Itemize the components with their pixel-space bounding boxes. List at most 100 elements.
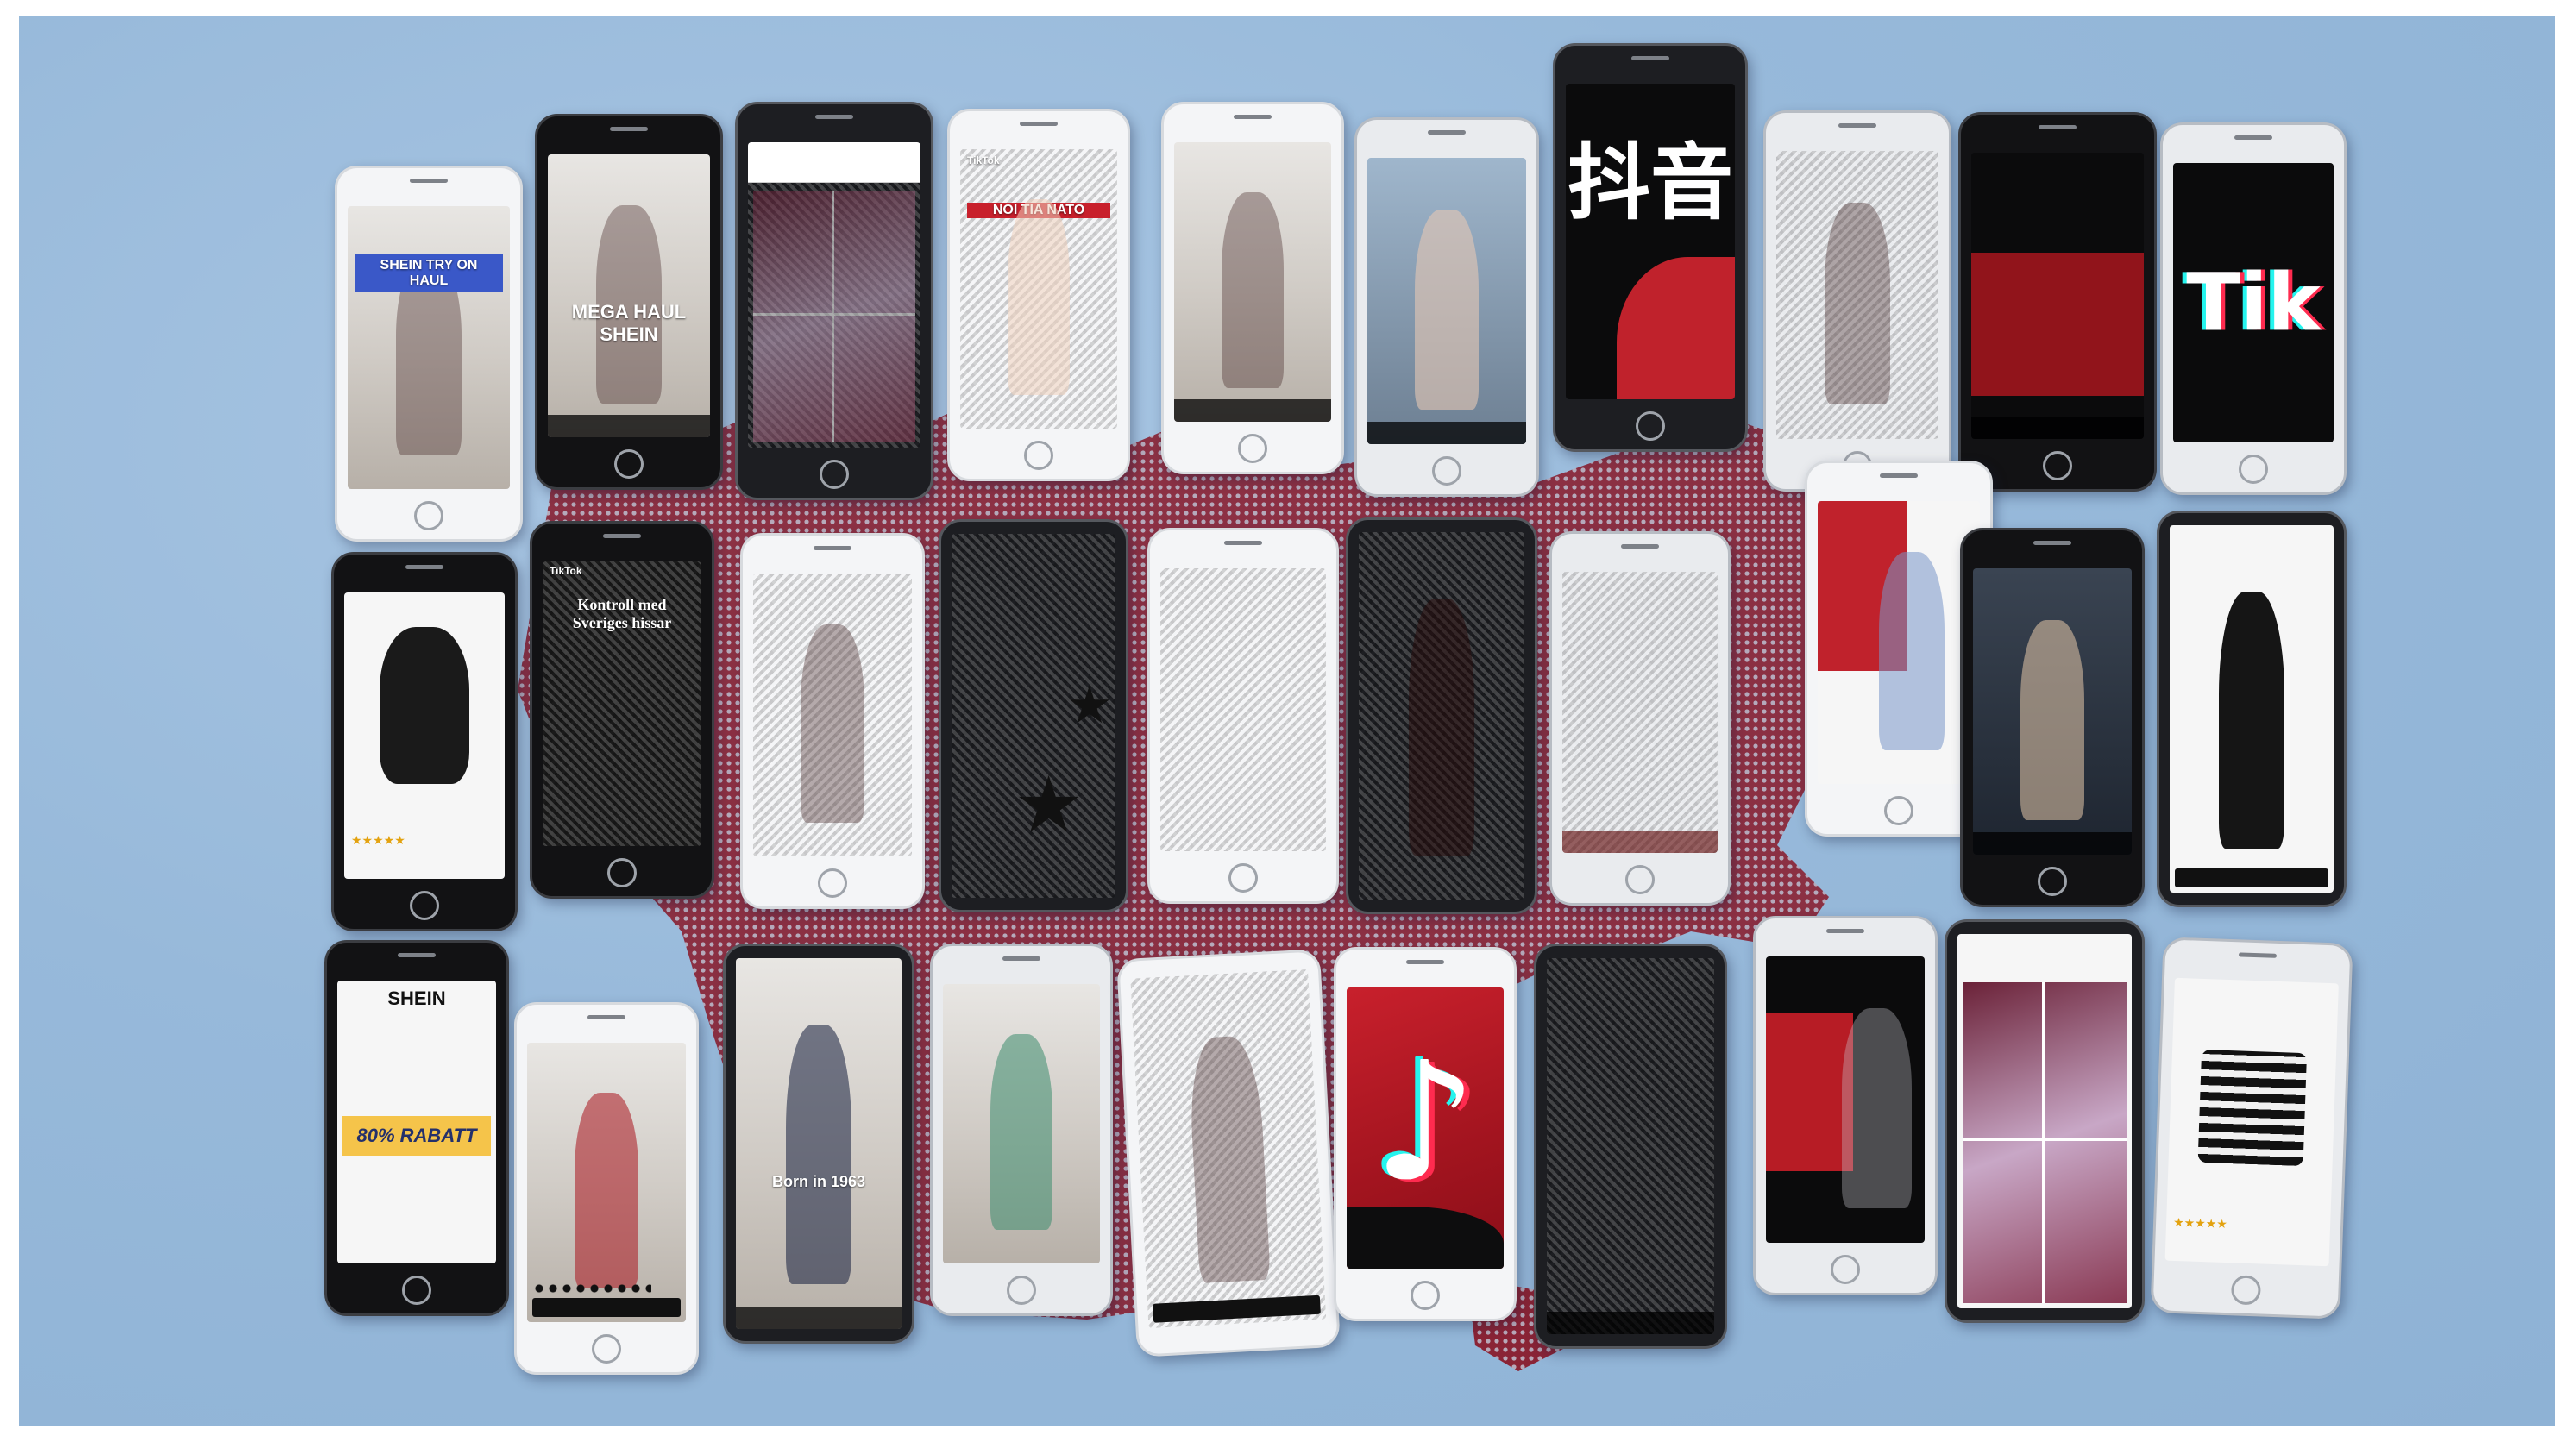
home-button [820,460,849,489]
phone-screen [1818,501,1980,784]
phone-news-text [1958,112,2157,492]
speaker-grille [1838,123,1876,128]
douyin-logo-text: 抖音 [1568,134,1733,231]
discount-banner[interactable]: 80% RABATT [342,1116,491,1157]
overlay-caption: SHEIN TRY ON HAUL [355,254,503,292]
speaker-grille [1621,544,1659,549]
home-button [2239,455,2268,484]
phone-screen [1359,532,1524,900]
home-button [2038,867,2067,896]
speaker-grille [1406,960,1444,964]
buy-button[interactable] [2175,868,2328,887]
phone-screen [1130,969,1327,1329]
tiktok-brand: TikTok [967,154,1000,166]
app-nav-bar [548,415,710,437]
tiktok-brand: TikTok [550,565,582,577]
home-button [818,868,847,898]
buy-button[interactable] [1153,1295,1321,1323]
speaker-grille [603,534,641,538]
person-photo [1879,552,1945,750]
phone-screen: Tik [2173,163,2334,442]
app-nav-bar [1971,417,2144,439]
shein-logo: SHEIN [387,987,446,1009]
striped-top-photo [2197,1049,2307,1167]
person-photo [1415,209,1479,411]
speaker-grille [2039,125,2077,129]
buy-button[interactable] [532,1298,681,1317]
red-map-fragment [1971,253,2144,397]
speaker-grille [405,565,443,569]
phone-dancers [1549,531,1731,906]
speaker-grille [1020,122,1058,126]
person-photo [1408,598,1475,856]
phone-screen [1971,153,2144,439]
collage-stage: SHEIN TRY ON HAUL MEGA HAUL SHEIN TikTok… [0,0,2576,1442]
person-photo [785,1025,852,1285]
phone-screen [1367,158,1526,444]
home-button [1007,1276,1036,1305]
home-button [1024,441,1053,470]
app-nav-bar [1562,831,1718,853]
phone-screen: TikTok Kontroll med Sveriges hissar [543,561,701,846]
tiktok-note-icon: ♪ [1373,1026,1478,1218]
speaker-grille [1224,541,1262,545]
phone-colorful-outfit [930,944,1113,1316]
phone-bag-product: ★★★★★ [331,552,518,931]
speaker-grille [587,1015,625,1019]
red-map-fragment [1766,1013,1854,1171]
phone-screen [753,574,912,856]
home-button [592,1334,621,1364]
phone-news-split [1753,916,1938,1295]
phone-selfie-video [1354,117,1539,497]
speaker-grille [2238,952,2278,958]
product-grid[interactable] [1963,982,2127,1303]
phone-born-1963: Born in 1963 [723,944,914,1344]
home-button [414,501,443,530]
home-button [2043,451,2072,480]
phone-red-text [1534,944,1727,1349]
phone-striped-top: ★★★★★ [2150,937,2353,1320]
speaker-grille [1880,473,1918,478]
phone-screen: ★ ★ [952,534,1115,898]
phone-mega-haul: MEGA HAUL SHEIN [535,114,723,490]
phone-shop-grid [735,102,933,500]
phone-politician [1346,517,1537,914]
overlay-caption: Kontroll med Sveriges hissar [572,596,672,631]
bag-photo [379,626,470,785]
phone-screen: MEGA HAUL SHEIN [548,154,710,437]
product-grid [753,191,915,442]
phone-screen: SHEIN 80% RABATT [337,981,496,1263]
phone-screen [1547,958,1714,1334]
phone-politician-woman [1960,528,2145,907]
color-swatches[interactable] [534,1284,651,1293]
phone-fashion-red [1763,110,1951,492]
home-button [1238,434,1267,463]
phone-screen: SHEIN TRY ON HAUL [348,206,510,489]
overlay-caption: Born in 1963 [771,1173,866,1191]
red-map-fragment [1616,257,1735,399]
speaker-grille [814,546,851,550]
phone-screen: ♪ [1347,987,1504,1269]
phone-tiktok-red-logo: ♪ [1334,947,1517,1321]
black-shadow [1347,1207,1504,1269]
speaker-grille [398,953,436,957]
speaker-grille [410,179,448,183]
phone-tiktok-logo: Tik [2160,122,2347,495]
app-nav-bar [1367,422,1526,444]
phone-douyin: 抖音 [1553,43,1748,452]
speaker-grille [1002,956,1040,961]
speaker-grille [815,115,853,119]
app-nav-bar [1174,399,1331,422]
phone-screen [943,984,1100,1263]
phone-screen [1957,934,2132,1308]
shop-header [748,142,920,183]
person-photo [575,1093,638,1289]
app-nav-bar [1973,832,2132,855]
home-button [1625,865,1655,894]
phone-flag-star: ★ ★ [939,519,1128,912]
phone-screen [527,1043,686,1322]
speaker-grille [1631,56,1669,60]
phone-screen [1776,151,1938,439]
star-icon: ★ [1014,762,1084,850]
phone-shop-grid-2 [1945,919,2145,1323]
